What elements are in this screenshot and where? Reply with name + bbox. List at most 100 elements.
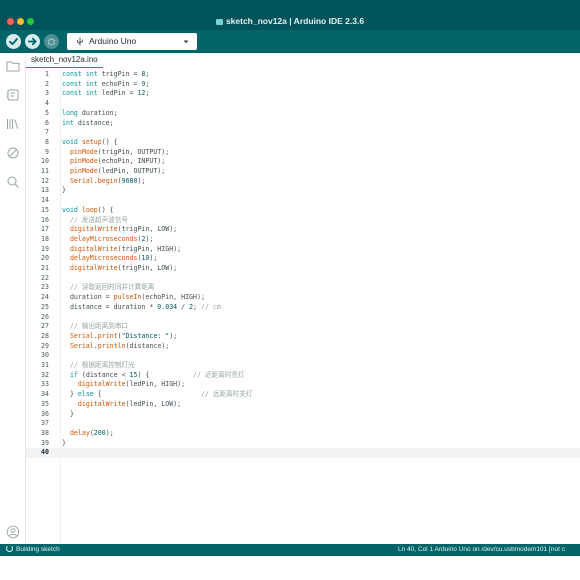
- code-line[interactable]: 30: [26, 351, 580, 361]
- code-line[interactable]: 3 const int ledPin = 12;: [26, 89, 580, 99]
- code-token: const int: [62, 89, 98, 98]
- code-line[interactable]: 9 pinMode(trigPin, OUTPUT);: [26, 148, 580, 158]
- code-line[interactable]: 15 void loop() {: [26, 206, 580, 216]
- code-token: delay: [69, 428, 90, 437]
- line-number: 4: [45, 99, 49, 108]
- verify-button[interactable]: [6, 34, 21, 49]
- code-line[interactable]: 34 } else { // 远距离时关灯: [26, 390, 580, 400]
- cursor-board-status[interactable]: Ln 40, Col 1 Arduino Uno on /dev/cu.usbm…: [398, 544, 565, 556]
- code-line[interactable]: 20 delayMicroseconds(10);: [26, 254, 580, 264]
- code-token: (trigPin, OUTPUT);: [97, 147, 170, 156]
- sidebar-item-account[interactable]: [6, 525, 20, 539]
- code-token: // 根据距离控制灯光: [69, 361, 135, 369]
- code-token: ;: [145, 89, 150, 98]
- code-line[interactable]: 39}: [26, 439, 580, 449]
- code-line[interactable]: 17 digitalWrite(trigPin, LOW);: [26, 225, 580, 235]
- usb-icon: [77, 37, 83, 46]
- code-line[interactable]: 7: [26, 128, 580, 138]
- code-line[interactable]: 36 }: [26, 410, 580, 420]
- window-title-wrap: sketch_nov12a | Arduino IDE 2.3.6: [0, 16, 580, 26]
- code-text: Serial.begin(9600);: [62, 176, 146, 187]
- line-number: 40: [41, 448, 49, 457]
- code-token: duration;: [77, 108, 118, 117]
- line-number: 15: [41, 205, 49, 214]
- check-icon: [9, 38, 18, 46]
- line-number: 29: [41, 341, 49, 350]
- line-number: 13: [41, 186, 49, 195]
- code-line[interactable]: 40: [26, 448, 580, 458]
- code-text: digitalWrite(trigPin, LOW);: [62, 225, 177, 235]
- code-line[interactable]: 37: [26, 419, 580, 429]
- code-line[interactable]: 2 const int echoPin = 9;: [26, 80, 580, 90]
- board-selector[interactable]: Arduino Uno: [67, 33, 197, 50]
- code-token: digitalWrite: [77, 399, 126, 408]
- line-number: 37: [41, 419, 49, 428]
- sidebar-item-library-manager[interactable]: [6, 117, 20, 131]
- line-number: 9: [45, 147, 49, 156]
- code-line[interactable]: 23 // 读取返回时间并计算距离: [26, 283, 580, 293]
- code-token: );: [137, 176, 146, 185]
- line-number: 33: [41, 380, 49, 389]
- debug-button[interactable]: [44, 34, 59, 49]
- board-label: Arduino Uno: [89, 36, 137, 46]
- code-token: // 读取返回时间并计算距离: [69, 283, 155, 292]
- code-line[interactable]: 22: [26, 274, 580, 284]
- code-line[interactable]: 1 const int trigPin = 8;: [26, 70, 580, 80]
- line-number: 17: [41, 225, 49, 234]
- code-token: ;: [145, 70, 150, 78]
- code-line[interactable]: 4: [26, 99, 580, 109]
- code-line[interactable]: 27 // 输出距离到串口: [26, 322, 580, 332]
- code-token: 0.034: [157, 302, 178, 311]
- code-line[interactable]: 21 digitalWrite(trigPin, LOW);: [26, 264, 580, 274]
- code-line[interactable]: 6 int distance;: [26, 119, 580, 129]
- code-line[interactable]: 26: [26, 313, 580, 323]
- code-token: Serial: [69, 331, 94, 340]
- code-line[interactable]: 33 digitalWrite(ledPin, HIGH);: [26, 380, 580, 390]
- code-line[interactable]: 31 // 根据距离控制灯光: [26, 361, 580, 371]
- code-line[interactable]: 14: [26, 196, 580, 206]
- code-token: print: [97, 331, 118, 340]
- code-line[interactable]: 8 void setup() {: [26, 138, 580, 148]
- code-line[interactable]: 25 distance = duration * 0.034 / 2; // c…: [26, 303, 580, 313]
- line-number: 36: [41, 409, 49, 418]
- code-line[interactable]: 24 duration = pulseIn(echoPin, HIGH);: [26, 293, 580, 303]
- code-line[interactable]: 29 Serial.println(distance);: [26, 342, 580, 352]
- code-text: delayMicroseconds(10);: [62, 254, 157, 264]
- line-number: 14: [41, 196, 49, 205]
- code-line[interactable]: 32 if (distance < 15) { // 近距离时亮灯: [26, 371, 580, 381]
- code-token: }: [62, 186, 66, 195]
- sidebar-item-search[interactable]: [6, 175, 20, 189]
- tab-sketch-file[interactable]: sketch_nov12a.ino: [26, 53, 103, 69]
- code-line[interactable]: 12 Serial.begin(9600);: [26, 177, 580, 187]
- code-line[interactable]: 13}: [26, 186, 580, 196]
- code-text: }: [62, 439, 66, 449]
- line-number: 3: [45, 89, 49, 98]
- board-manager-icon: [6, 89, 19, 101]
- sidebar-item-sketchbook[interactable]: [6, 59, 20, 73]
- code-line[interactable]: 35 digitalWrite(ledPin, LOW);: [26, 400, 580, 410]
- code-line[interactable]: 16 // 发送超声波信号: [26, 216, 580, 226]
- code-token: }: [62, 409, 74, 418]
- code-line[interactable]: 18 delayMicroseconds(2);: [26, 235, 580, 245]
- code-line[interactable]: 38 delay(200);: [26, 429, 580, 439]
- code-token: setup: [81, 137, 102, 146]
- line-number: 26: [41, 312, 49, 321]
- upload-button[interactable]: [25, 34, 40, 49]
- code-token: println: [97, 341, 126, 350]
- code-editor[interactable]: 1 const int trigPin = 8; 2 const int echoPi…: [26, 68, 580, 544]
- line-number: 31: [41, 361, 49, 369]
- code-line[interactable]: 5 long duration;: [26, 109, 580, 119]
- code-line[interactable]: 28 Serial.print("Distance: ");: [26, 332, 580, 342]
- sidebar-item-boards-manager[interactable]: [6, 88, 20, 102]
- code-text: } else { // 远距离时关灯: [62, 390, 253, 400]
- code-text: const int ledPin = 12;: [62, 89, 149, 99]
- sidebar-item-debug[interactable]: [6, 146, 20, 160]
- code-line[interactable]: 19 digitalWrite(trigPin, HIGH);: [26, 245, 580, 255]
- code-line[interactable]: 11 pinMode(ledPin, OUTPUT);: [26, 167, 580, 177]
- build-status-text: Building sketch: [16, 546, 60, 553]
- code-line[interactable]: 10 pinMode(echoPin, INPUT);: [26, 157, 580, 167]
